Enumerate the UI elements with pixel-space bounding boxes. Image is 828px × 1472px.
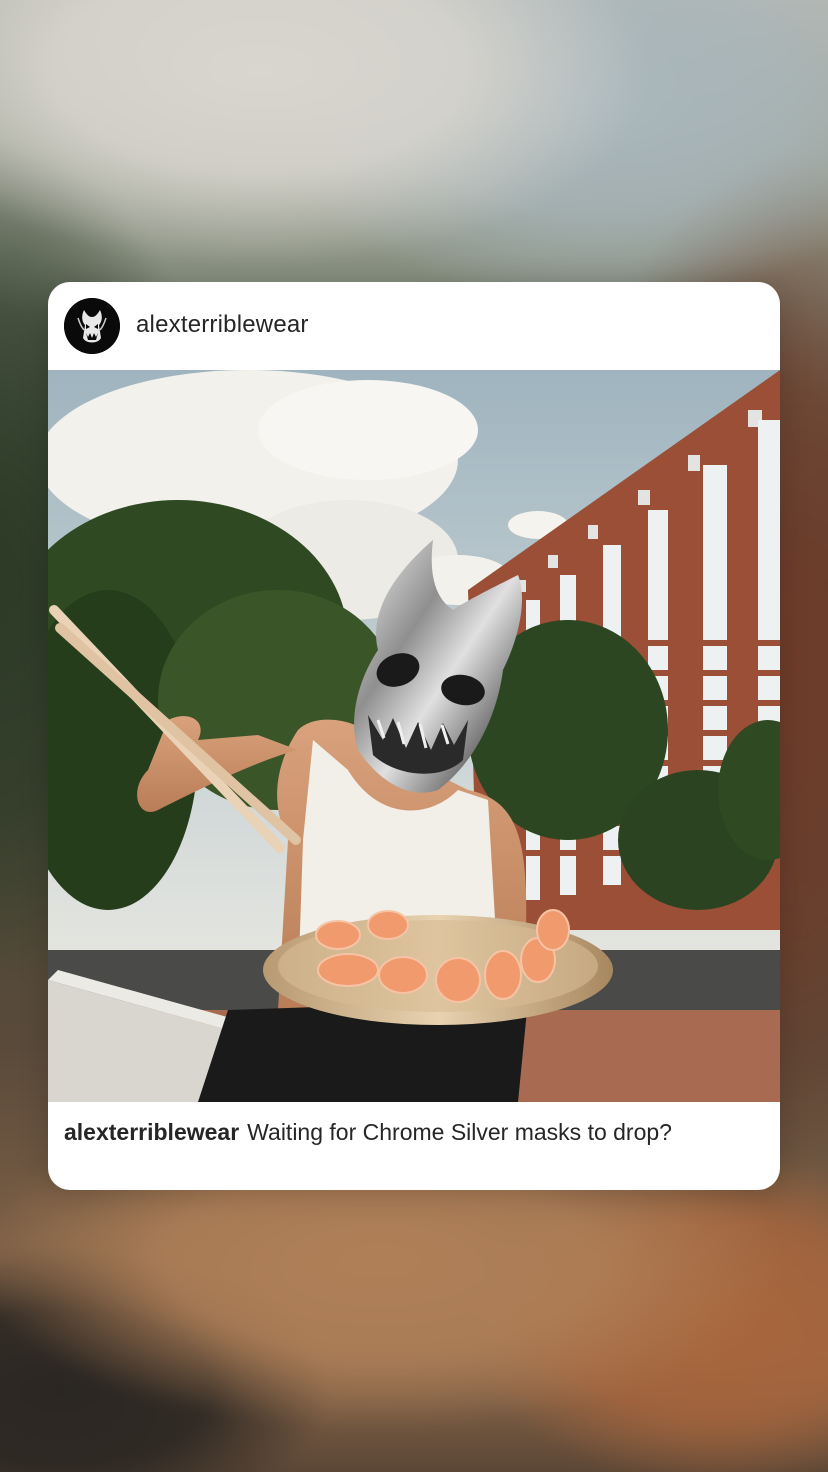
profile-avatar-icon[interactable] <box>64 298 120 354</box>
post-caption: alexterriblewear Waiting for Chrome Silve… <box>64 1116 764 1148</box>
post-card[interactable]: alexterriblewear alexterriblewear Waitin… <box>48 282 780 1190</box>
caption-text: Waiting for Chrome Silver masks to drop? <box>247 1119 672 1145</box>
post-photo[interactable] <box>48 370 780 1102</box>
caption-username[interactable]: alexterriblewear <box>64 1119 239 1145</box>
story-preview-screen: alexterriblewear alexterriblewear Waitin… <box>0 0 828 1472</box>
post-header: alexterriblewear <box>48 282 780 370</box>
post-username[interactable]: alexterriblewear <box>136 310 309 340</box>
